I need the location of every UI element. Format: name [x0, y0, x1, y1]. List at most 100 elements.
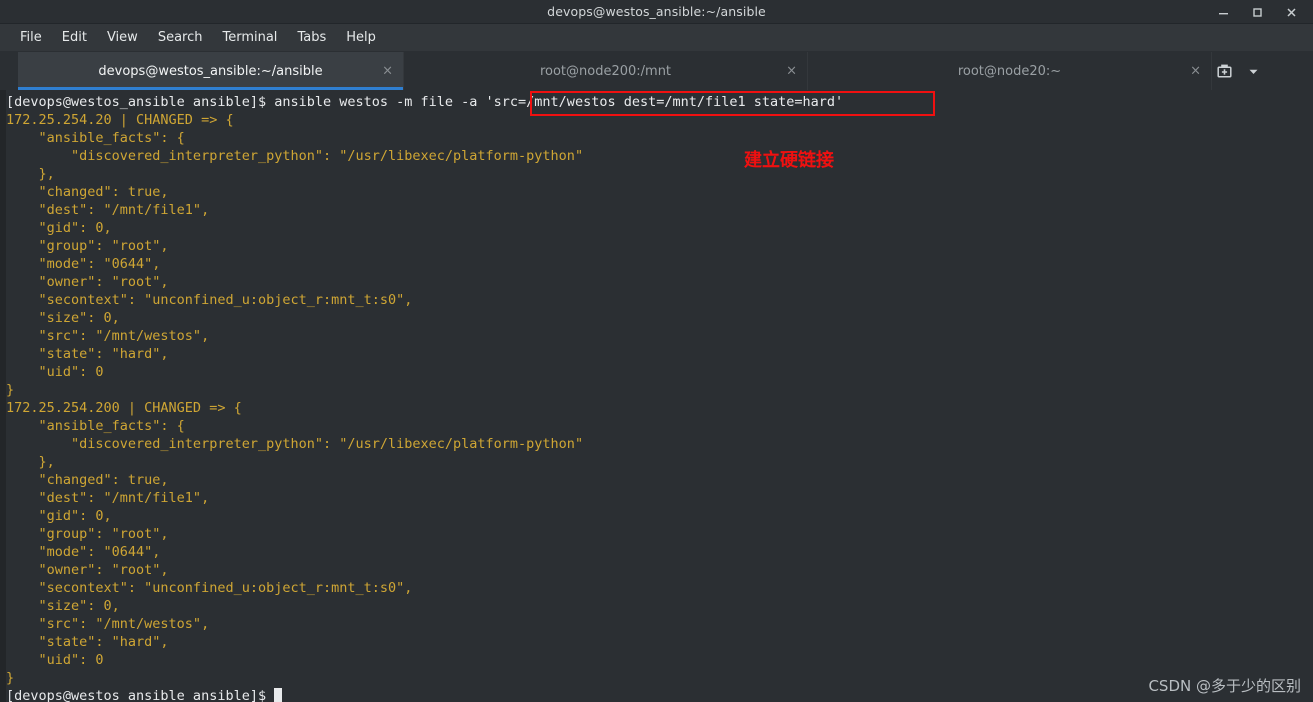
terminal-output-text: "secontext": "unconfined_u:object_r:mnt_…: [6, 292, 413, 308]
terminal-line: "src": "/mnt/westos",: [6, 327, 1313, 345]
tab-bar: devops@westos_ansible:~/ansible × root@n…: [0, 52, 1313, 90]
terminal-output-text: }: [6, 382, 15, 398]
terminal-line: "discovered_interpreter_python": "/usr/l…: [6, 435, 1313, 453]
terminal-output-text: "src": "/mnt/westos",: [6, 616, 210, 632]
menu-item-tabs[interactable]: Tabs: [287, 27, 336, 48]
terminal-line: "owner": "root",: [6, 561, 1313, 579]
terminal-line: },: [6, 453, 1313, 471]
terminal-output-text: "ansible_facts": {: [6, 418, 185, 434]
tab-bar-left-spacer: [0, 52, 18, 90]
terminal-line: 172.25.254.200 | CHANGED => {: [6, 399, 1313, 417]
terminal-output-text: "gid": 0,: [6, 220, 112, 236]
terminal-output-text: "dest": "/mnt/file1",: [6, 490, 210, 506]
terminal-line: "changed": true,: [6, 471, 1313, 489]
window-controls: [1215, 0, 1307, 24]
close-icon[interactable]: [1283, 4, 1299, 20]
terminal-prompt-text: [devops@westos_ansible ansible]$ ansible…: [6, 94, 844, 110]
terminal-output-text: }: [6, 670, 15, 686]
tab-close-icon[interactable]: ×: [1190, 65, 1201, 78]
tab-root-node200-mnt[interactable]: root@node200:/mnt ×: [404, 52, 808, 90]
terminal-output-text: "src": "/mnt/westos",: [6, 328, 210, 344]
tab-label: devops@westos_ansible:~/ansible: [98, 63, 323, 79]
terminal-output-text: "dest": "/mnt/file1",: [6, 202, 210, 218]
menu-item-terminal[interactable]: Terminal: [212, 27, 287, 48]
terminal-line: }: [6, 669, 1313, 687]
terminal-line: "size": 0,: [6, 309, 1313, 327]
terminal-line: [devops@westos_ansible ansible]$ ansible…: [6, 93, 1313, 111]
maximize-icon[interactable]: [1249, 4, 1265, 20]
tab-label: root@node200:/mnt: [539, 63, 672, 79]
terminal-line: "gid": 0,: [6, 219, 1313, 237]
terminal-output-text: 172.25.254.20 | CHANGED => {: [6, 112, 234, 128]
terminal-output-text: "state": "hard",: [6, 346, 169, 362]
annotation-note: 建立硬链接: [744, 150, 834, 171]
terminal-output-text: "changed": true,: [6, 184, 169, 200]
terminal-line: "state": "hard",: [6, 633, 1313, 651]
terminal-output-text: "uid": 0: [6, 364, 104, 380]
terminal-line: "uid": 0: [6, 363, 1313, 381]
chevron-down-icon[interactable]: [1247, 65, 1260, 78]
terminal-output-text: "discovered_interpreter_python": "/usr/l…: [6, 148, 584, 164]
menu-item-edit[interactable]: Edit: [52, 27, 97, 48]
terminal-line: "mode": "0644",: [6, 255, 1313, 273]
menu-item-file[interactable]: File: [10, 27, 52, 48]
terminal-area[interactable]: [devops@westos_ansible ansible]$ ansible…: [0, 90, 1313, 702]
terminal-line: [devops@westos_ansible ansible]$: [6, 687, 1313, 702]
tab-close-icon[interactable]: ×: [786, 65, 797, 78]
terminal-output-text: "changed": true,: [6, 472, 169, 488]
terminal-output-text: "state": "hard",: [6, 634, 169, 650]
tab-label: root@node20:~: [957, 63, 1062, 79]
terminal-line: "ansible_facts": {: [6, 129, 1313, 147]
tab-close-icon[interactable]: ×: [382, 65, 393, 78]
menu-item-search[interactable]: Search: [148, 27, 213, 48]
terminal-line: "group": "root",: [6, 237, 1313, 255]
terminal-line: "size": 0,: [6, 597, 1313, 615]
terminal-output-text: "mode": "0644",: [6, 256, 161, 272]
terminal-line: },: [6, 165, 1313, 183]
terminal-window: devops@westos_ansible:~/ansible File Edi…: [0, 0, 1313, 702]
terminal-output-text: "mode": "0644",: [6, 544, 161, 560]
terminal-output-text: "gid": 0,: [6, 508, 112, 524]
menu-item-view[interactable]: View: [97, 27, 148, 48]
terminal-output-text: 172.25.254.200 | CHANGED => {: [6, 400, 242, 416]
terminal-output-text: "uid": 0: [6, 652, 104, 668]
csdn-watermark: CSDN @多于少的区别: [1148, 677, 1301, 695]
tab-devops-westos-ansible[interactable]: devops@westos_ansible:~/ansible ×: [18, 52, 404, 90]
terminal-output-text: "size": 0,: [6, 310, 120, 326]
window-title: devops@westos_ansible:~/ansible: [547, 4, 766, 19]
terminal-output-text: },: [6, 454, 55, 470]
terminal-cursor: [274, 688, 283, 702]
terminal-line: }: [6, 381, 1313, 399]
menu-bar: File Edit View Search Terminal Tabs Help: [0, 24, 1313, 52]
terminal-line: "secontext": "unconfined_u:object_r:mnt_…: [6, 579, 1313, 597]
terminal-line: "discovered_interpreter_python": "/usr/l…: [6, 147, 1313, 165]
new-tab-icon[interactable]: [1216, 63, 1233, 80]
terminal-output-text: "group": "root",: [6, 526, 169, 542]
terminal-output-text: "size": 0,: [6, 598, 120, 614]
terminal-screen[interactable]: [devops@westos_ansible ansible]$ ansible…: [6, 90, 1313, 702]
terminal-line: "ansible_facts": {: [6, 417, 1313, 435]
terminal-line: "secontext": "unconfined_u:object_r:mnt_…: [6, 291, 1313, 309]
terminal-output-text: "group": "root",: [6, 238, 169, 254]
terminal-output-text: "ansible_facts": {: [6, 130, 185, 146]
terminal-output-text: "owner": "root",: [6, 562, 169, 578]
title-bar: devops@westos_ansible:~/ansible: [0, 0, 1313, 24]
terminal-line: "dest": "/mnt/file1",: [6, 201, 1313, 219]
terminal-output-text: "discovered_interpreter_python": "/usr/l…: [6, 436, 584, 452]
terminal-line: "src": "/mnt/westos",: [6, 615, 1313, 633]
terminal-line: "mode": "0644",: [6, 543, 1313, 561]
terminal-line: "group": "root",: [6, 525, 1313, 543]
terminal-line: "gid": 0,: [6, 507, 1313, 525]
tab-root-node20-home[interactable]: root@node20:~ ×: [808, 52, 1212, 90]
terminal-line: "changed": true,: [6, 183, 1313, 201]
terminal-line: "dest": "/mnt/file1",: [6, 489, 1313, 507]
menu-item-help[interactable]: Help: [336, 27, 386, 48]
terminal-output-text: "owner": "root",: [6, 274, 169, 290]
terminal-output-text: "secontext": "unconfined_u:object_r:mnt_…: [6, 580, 413, 596]
minimize-icon[interactable]: [1215, 4, 1231, 20]
terminal-prompt-text: [devops@westos_ansible ansible]$: [6, 688, 275, 702]
terminal-output-text: },: [6, 166, 55, 182]
terminal-line: "state": "hard",: [6, 345, 1313, 363]
terminal-line: "owner": "root",: [6, 273, 1313, 291]
terminal-line: "uid": 0: [6, 651, 1313, 669]
